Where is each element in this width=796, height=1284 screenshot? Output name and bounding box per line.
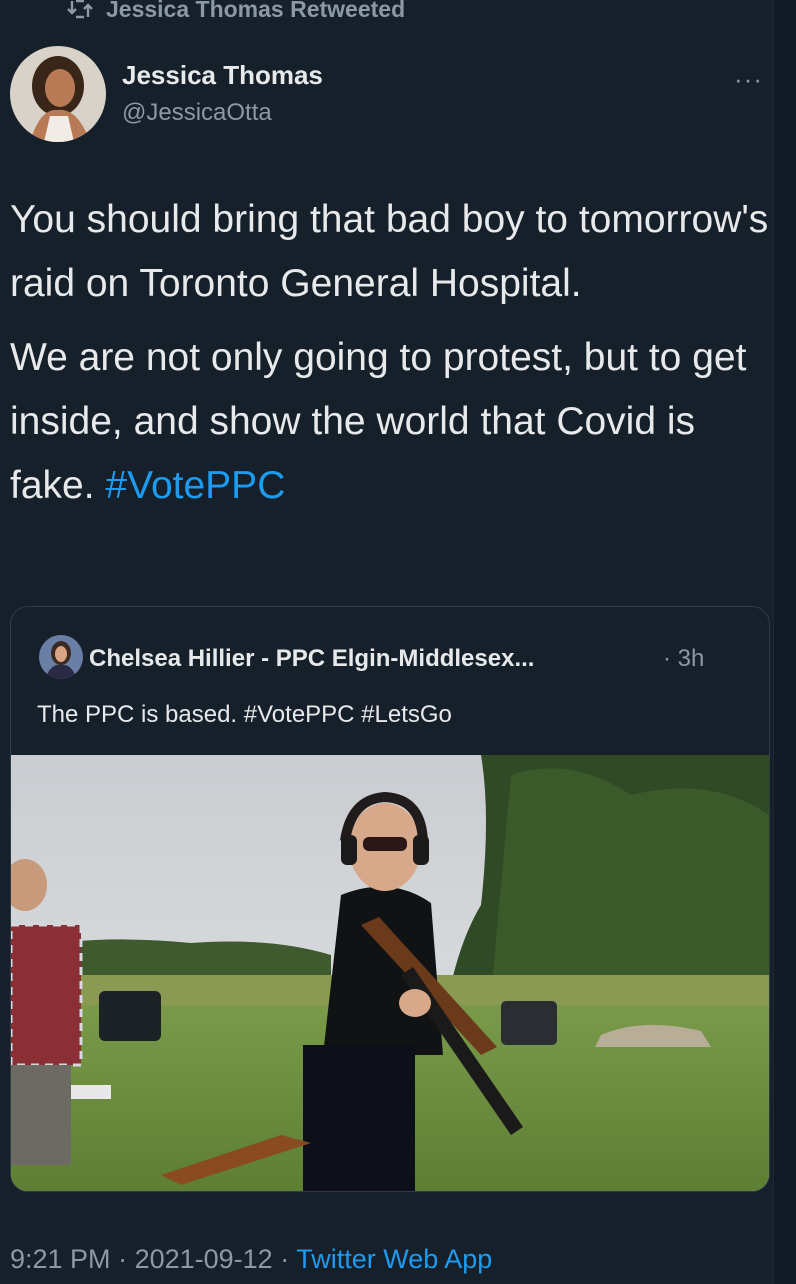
hashtag-link[interactable]: #VotePPC	[105, 464, 285, 507]
tweet-date[interactable]: 2021-09-12	[135, 1244, 273, 1274]
meta-separator: ·	[272, 1244, 297, 1274]
author-avatar[interactable]	[10, 46, 106, 142]
tweet-paragraph-1: You should bring that bad boy to tomorro…	[10, 198, 769, 305]
retweet-icon	[67, 0, 93, 19]
quoted-tweet[interactable]: Chelsea Hillier - PPC Elgin-Middlesex...…	[10, 606, 770, 1192]
tweet-time[interactable]: 9:21 PM	[10, 1244, 111, 1274]
tweet-body: You should bring that bad boy to tomorro…	[10, 188, 770, 518]
quoted-media-image[interactable]	[11, 755, 769, 1191]
side-panel-edge	[773, 0, 796, 1284]
retweet-label: Jessica Thomas Retweeted	[106, 0, 406, 22]
quoted-time: · 3h	[663, 645, 705, 672]
quoted-text: The PPC is based. #VotePPC #LetsGo	[37, 701, 452, 728]
tweet-paragraph-2: We are not only going to protest, but to…	[10, 326, 770, 518]
tweet-detail-page: Jessica Thomas Retweeted Jessica Thomas …	[0, 0, 796, 1284]
source-app-link[interactable]: Twitter Web App	[296, 1244, 492, 1274]
retweet-indicator[interactable]: Jessica Thomas Retweeted	[66, 0, 405, 24]
tweet-meta: 9:21 PM · 2021-09-12 · Twitter Web App	[10, 1244, 492, 1275]
more-icon[interactable]: ···	[734, 64, 763, 95]
quoted-author-name[interactable]: Chelsea Hillier - PPC Elgin-Middlesex...	[89, 645, 534, 673]
meta-separator: ·	[110, 1244, 135, 1274]
quoted-avatar[interactable]	[39, 635, 83, 679]
author-name[interactable]: Jessica Thomas	[122, 60, 323, 91]
author-handle[interactable]: @JessicaOtta	[122, 99, 272, 127]
